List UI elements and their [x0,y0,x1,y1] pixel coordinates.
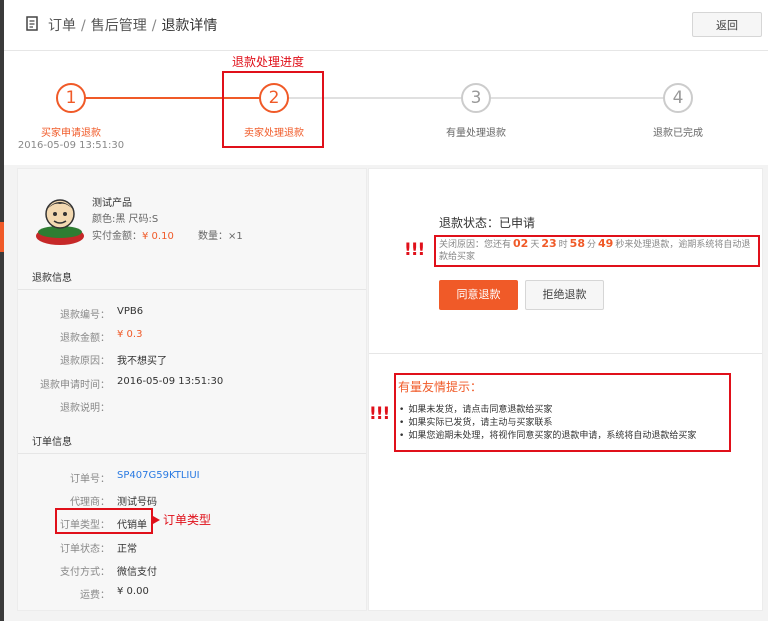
agent-value: 测试号码 [117,497,157,508]
refund-note-label: 退款说明： [60,403,110,414]
step-3-circle: 3 [461,83,491,113]
refund-amount-label: 退款金额： [60,333,110,344]
product-amount: 实付金额：¥ 0.10 [92,227,174,242]
breadcrumb-separator: / [81,18,86,34]
refund-progress: 1 买家申请退款 2016-05-09 13:51:30 2 卖家处理退款 3 … [4,51,768,165]
countdown-seconds-unit: 秒 [615,240,625,250]
countdown-minutes-unit: 分 [586,240,596,250]
refund-reason-label: 退款原因： [60,356,110,367]
order-info-title: 订单信息 [32,437,72,448]
agent-label: 代理商： [70,497,110,508]
product-quantity: 数量：×1 [198,231,243,242]
order-status-value: 正常 [117,544,137,555]
countdown-prefix: 关闭原因：您还有 [439,240,512,250]
annotation-box-order-type [55,508,153,534]
product-name: 测试产品 [92,198,132,209]
divider [18,453,366,454]
step-3-label: 有量处理退款 [446,128,506,139]
agree-refund-button[interactable]: 同意退款 [439,280,518,310]
order-id-label: 订单号： [70,474,110,485]
divider [369,353,762,354]
refund-amount-value: ¥ 0.3 [117,329,143,340]
breadcrumb: 订单 / 售后管理 / 退款详情 [48,15,217,35]
tip-item: 如果您逾期未处理，将视作同意买家的退款申请，系统将自动退款给买家 [399,430,696,443]
countdown-notice: 关闭原因：您还有 02 天 23 时 58 分 49 秒来处理退款，逾期系统将自动退款给买家 [439,238,759,263]
refund-time-value: 2016-05-09 13:51:30 [117,376,224,387]
left-nav-active-marker [0,222,4,252]
step-4-circle: 4 [663,83,693,113]
annotation-exclamation: !!! [369,404,390,424]
reject-refund-button[interactable]: 拒绝退款 [525,280,604,310]
divider [18,289,366,290]
back-button[interactable]: 返回 [692,12,762,37]
amount-label: 实付金额： [92,231,142,242]
breadcrumb-current: 退款详情 [161,18,218,34]
refund-status: 退款状态：已申请 [439,216,536,230]
document-icon [26,16,38,31]
product-image [36,199,84,245]
annotation-box-step-2 [222,71,324,148]
countdown-hours: 23 [541,237,557,250]
amount-value: ¥ 0.10 [142,231,174,242]
countdown-seconds: 49 [598,237,614,250]
product-spec: 颜色:黑 尺码:S [92,214,159,225]
breadcrumb-separator: / [151,18,157,34]
order-id-link[interactable]: SP407G59KTLIUI [117,470,200,481]
tips-list: 如果未发货，请点击同意退款给买家 如果实际已发货，请主动与买家联系 如果您逾期未… [399,404,696,443]
refund-reason-value: 我不想买了 [117,356,167,367]
step-4-label: 退款已完成 [653,128,703,139]
step-1-date: 2016-05-09 13:51:30 [17,140,125,151]
countdown-days: 02 [513,237,529,250]
refund-info-title: 退款信息 [32,273,72,284]
shipping-fee-label: 运费： [80,590,110,601]
refund-id-value: VPB6 [117,306,144,317]
order-status-label: 订单状态： [60,544,110,555]
payment-method-label: 支付方式： [60,567,110,578]
breadcrumb-after-sales[interactable]: 售后管理 [91,18,147,34]
tip-item: 如果实际已发货，请主动与买家联系 [399,417,696,430]
annotation-arrow [153,516,160,524]
breadcrumb-orders[interactable]: 订单 [48,18,76,34]
annotation-progress-note: 退款处理进度 [232,55,305,69]
payment-method-value: 微信支付 [117,567,157,578]
annotation-exclamation: !!! [404,240,425,260]
tips-title: 有量友情提示： [398,380,483,394]
countdown-days-unit: 天 [530,240,540,250]
shipping-fee-value: ¥ 0.00 [117,586,149,597]
step-1-circle: 1 [56,83,86,113]
refund-time-label: 退款申请时间： [40,380,110,391]
annotation-order-type-note: 订单类型 [163,513,212,527]
step-1-label: 买家申请退款 [41,128,101,139]
refund-id-label: 退款编号： [60,310,110,321]
page-header: 订单 / 售后管理 / 退款详情 返回 [4,0,768,51]
countdown-hours-unit: 时 [558,240,568,250]
tip-item: 如果未发货，请点击同意退款给买家 [399,404,696,417]
countdown-minutes: 58 [569,237,585,250]
